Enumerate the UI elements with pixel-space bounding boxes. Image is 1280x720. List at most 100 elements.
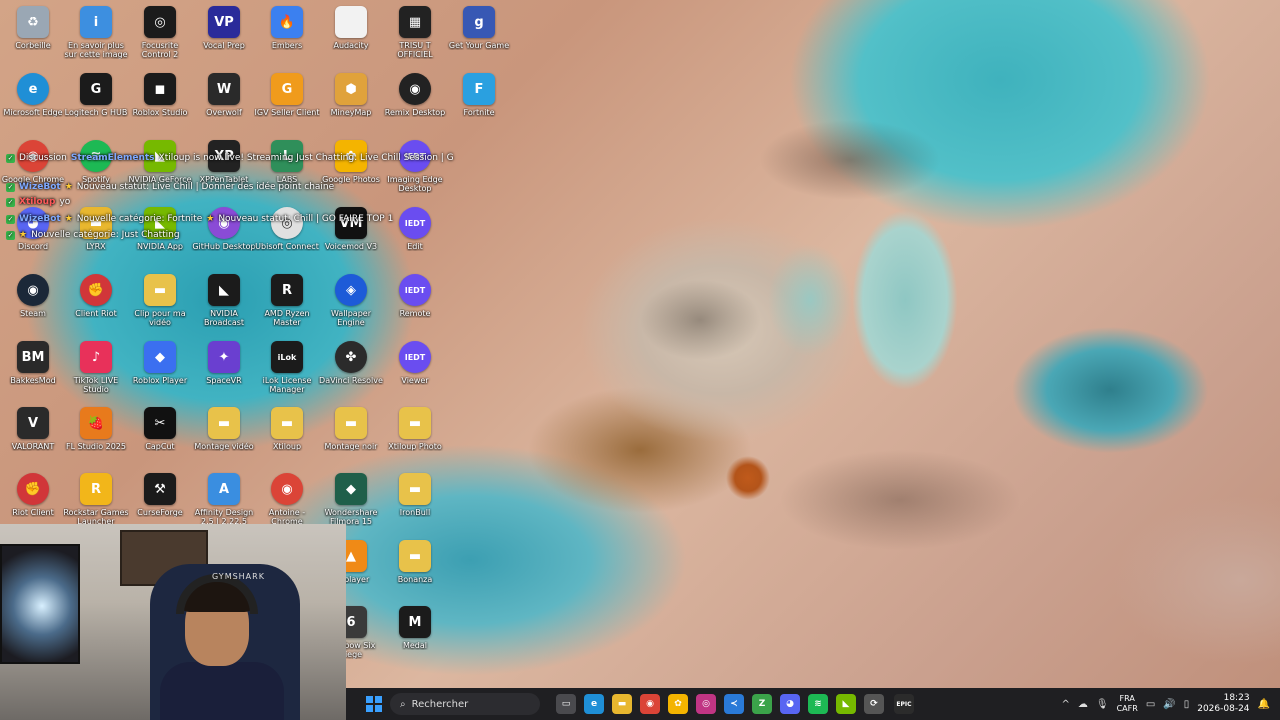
spacevr-icon: ✦ bbox=[208, 341, 240, 373]
desktop-icon-montage-video[interactable]: ▬ Montage vidéo bbox=[191, 407, 257, 473]
desktop-icon-iedt4[interactable]: IEDT Viewer bbox=[382, 341, 448, 407]
desktop-icon-label: Fortnite bbox=[463, 108, 495, 117]
desktop-icon-en-savoir[interactable]: i En savoir plus sur cette image bbox=[63, 6, 129, 72]
verified-badge-icon: ✓ bbox=[6, 230, 15, 240]
desktop-icon-embers[interactable]: 🔥 Embers bbox=[254, 6, 320, 72]
spotify-taskbar-icon[interactable]: ≋ bbox=[808, 694, 828, 714]
desktop-icon-steam[interactable]: ◉ Steam bbox=[0, 274, 66, 340]
instagram-taskbar-icon[interactable]: ◎ bbox=[696, 694, 716, 714]
desktop-icon-iedt3[interactable]: IEDT Remote bbox=[382, 274, 448, 340]
desktop-icon-bonanza[interactable]: ▬ Bonanza bbox=[382, 540, 448, 606]
chat-text: Nouveau statut: Live Chill | Donner des … bbox=[76, 182, 335, 192]
desktop-icon-clip-video[interactable]: ▬ Clip pour ma vidéo bbox=[127, 274, 193, 340]
desktop-icon-audacity[interactable]: Audacity bbox=[318, 6, 384, 72]
task-view-icon[interactable]: ▭ bbox=[556, 694, 576, 714]
photos-taskbar-icon[interactable]: ✿ bbox=[668, 694, 688, 714]
imaging-edge-viewer-icon: IEDT bbox=[399, 341, 431, 373]
desktop-icon-xtiloup[interactable]: ▬ Xtiloup bbox=[254, 407, 320, 473]
desktop-icon-nvidia-gf[interactable]: ◣ NVIDIA GeForce bbox=[127, 140, 193, 206]
file-icon bbox=[335, 6, 367, 38]
start-button[interactable] bbox=[366, 696, 382, 712]
chevron-up-icon[interactable]: ^ bbox=[1062, 699, 1070, 710]
app-taskbar-icon[interactable]: Z bbox=[752, 694, 772, 714]
notification-icon[interactable]: 🔔 bbox=[1258, 699, 1270, 710]
desktop-icon-davinci[interactable]: ✤ DaVinci Resolve bbox=[318, 341, 384, 407]
folder-icon: ▬ bbox=[271, 407, 303, 439]
clock[interactable]: 18:23 2026-08-24 bbox=[1197, 693, 1249, 715]
desktop-icon-wallpaper-engine[interactable]: ◈ Wallpaper Engine bbox=[318, 274, 384, 340]
input-language[interactable]: FRA CAFR bbox=[1117, 694, 1138, 714]
chat-username: Xtiloup bbox=[19, 197, 56, 207]
desktop-icon-xtiloup-photo[interactable]: ▬ Xtiloup Photo bbox=[382, 407, 448, 473]
desktop-icon-logitech[interactable]: G Logitech G HUB bbox=[63, 73, 129, 139]
ilok-icon: iLok bbox=[271, 341, 303, 373]
desktop-icon-iedt1[interactable]: IEDT Imaging Edge Desktop bbox=[382, 140, 448, 206]
desktop-icon-getyourgame[interactable]: g Get Your Game bbox=[446, 6, 512, 72]
desktop-icon-label: Embers bbox=[271, 41, 303, 50]
desktop-icon-gphotos[interactable]: ✿ Google Photos bbox=[318, 140, 384, 206]
desktop-icon-client-riot[interactable]: ✊ Client Riot bbox=[63, 274, 129, 340]
embers-icon: 🔥 bbox=[271, 6, 303, 38]
folder-icon: ▬ bbox=[399, 407, 431, 439]
desktop-icon-label: Roblox Player bbox=[132, 376, 188, 385]
desktop-icon-flstudio[interactable]: 🍓 FL Studio 2025 bbox=[63, 407, 129, 473]
microphone-icon[interactable]: 🎙 bbox=[1096, 699, 1109, 710]
desktop-icon-vocalprep[interactable]: VP Vocal Prep bbox=[191, 6, 257, 72]
desktop-icon-label: Viewer bbox=[401, 376, 429, 385]
desktop-icon-label: Xtiloup Photo bbox=[388, 442, 442, 451]
desktop-icon-focusrite[interactable]: ◎ Focusrite Control 2 bbox=[127, 6, 193, 72]
epic-games-taskbar-icon[interactable]: EPIC bbox=[894, 694, 914, 714]
webcam-overlay: GYMSHARK bbox=[0, 524, 346, 720]
volume-icon[interactable]: 🔊 bbox=[1163, 699, 1175, 710]
vscode-taskbar-icon[interactable]: ≺ bbox=[724, 694, 744, 714]
chat-prefix: Discussion bbox=[19, 153, 67, 163]
desktop-icon-capcut[interactable]: ✂ CapCut bbox=[127, 407, 193, 473]
desktop-icon-roblox-studio[interactable]: ◼ Roblox Studio bbox=[127, 73, 193, 139]
verified-badge-icon: ✓ bbox=[6, 153, 15, 163]
desktop-icon-remix[interactable]: ◉ Remix Desktop bbox=[382, 73, 448, 139]
edge-taskbar-icon[interactable]: e bbox=[584, 694, 604, 714]
imaging-edge-edit-icon: IEDT bbox=[399, 207, 431, 239]
desktop-icon-nvidia-broadcast[interactable]: ◣ NVIDIA Broadcast bbox=[191, 274, 257, 340]
battery-icon[interactable]: ▯ bbox=[1184, 699, 1190, 710]
desktop-icon-ironbull[interactable]: ▬ IronBull bbox=[382, 473, 448, 539]
desktop-icon-corbeille[interactable]: ♻ Corbeille bbox=[0, 6, 66, 72]
roblox-player-icon: ◆ bbox=[144, 341, 176, 373]
desktop-icon-label: Corbeille bbox=[15, 41, 51, 50]
windows-logo-icon bbox=[375, 696, 382, 703]
desktop-icon-igv[interactable]: G IGV Seller Client bbox=[254, 73, 320, 139]
desktop-icon-tiktok[interactable]: ♪ TikTok LIVE Studio bbox=[63, 341, 129, 407]
desktop-icon-bakkesmod[interactable]: BM BakkesMod bbox=[0, 341, 66, 407]
folder-icon: ▬ bbox=[399, 540, 431, 572]
desktop-icon-label: Roblox Studio bbox=[132, 108, 188, 117]
cloud-icon[interactable]: ☁ bbox=[1078, 699, 1088, 710]
desktop-icon-mineymap[interactable]: ⬢ MineyMap bbox=[318, 73, 384, 139]
discord-taskbar-icon[interactable]: ◕ bbox=[780, 694, 800, 714]
desktop-icon-overwolf[interactable]: W Overwolf bbox=[191, 73, 257, 139]
folder-icon: ▬ bbox=[144, 274, 176, 306]
overwolf-icon: W bbox=[208, 73, 240, 105]
desktop-icon-label: Remote bbox=[399, 309, 431, 318]
desktop-icon-montage-noir[interactable]: ▬ Montage noir bbox=[318, 407, 384, 473]
desktop-icon-medal[interactable]: M Medal bbox=[382, 606, 448, 672]
taskbar-search-box[interactable]: ⌕ Rechercher bbox=[390, 693, 540, 715]
desktop-icon-ryzen[interactable]: R AMD Ryzen Master bbox=[254, 274, 320, 340]
desktop-icon-ilok[interactable]: iLok iLok License Manager bbox=[254, 341, 320, 407]
desktop-icon-label: Overwolf bbox=[206, 108, 242, 117]
desktop-icon-spotify[interactable]: ≋ Spotify bbox=[63, 140, 129, 206]
chrome-taskbar-icon[interactable]: ◉ bbox=[640, 694, 660, 714]
desktop-icon-label: Audacity bbox=[333, 41, 369, 50]
desktop-icon-edge[interactable]: e Microsoft Edge bbox=[0, 73, 66, 139]
nvidia-taskbar-icon[interactable]: ◣ bbox=[836, 694, 856, 714]
file-explorer-icon[interactable]: ▬ bbox=[612, 694, 632, 714]
refresh-taskbar-icon[interactable]: ⟳ bbox=[864, 694, 884, 714]
network-icon[interactable]: ▭ bbox=[1146, 699, 1155, 710]
desktop-icon-xppen[interactable]: XP XPPenTablet bbox=[191, 140, 257, 206]
desktop-icon-trisu[interactable]: ▦ TRISU T OFFICIEL bbox=[382, 6, 448, 72]
rockstar-icon: R bbox=[80, 473, 112, 505]
desktop-icon-labs[interactable]: L LABS bbox=[254, 140, 320, 206]
desktop-icon-roblox-player[interactable]: ◆ Roblox Player bbox=[127, 341, 193, 407]
desktop-icon-valorant[interactable]: V VALORANT bbox=[0, 407, 66, 473]
desktop-icon-spacevr[interactable]: ✦ SpaceVR bbox=[191, 341, 257, 407]
desktop-icon-fortnite[interactable]: F Fortnite bbox=[446, 73, 512, 139]
